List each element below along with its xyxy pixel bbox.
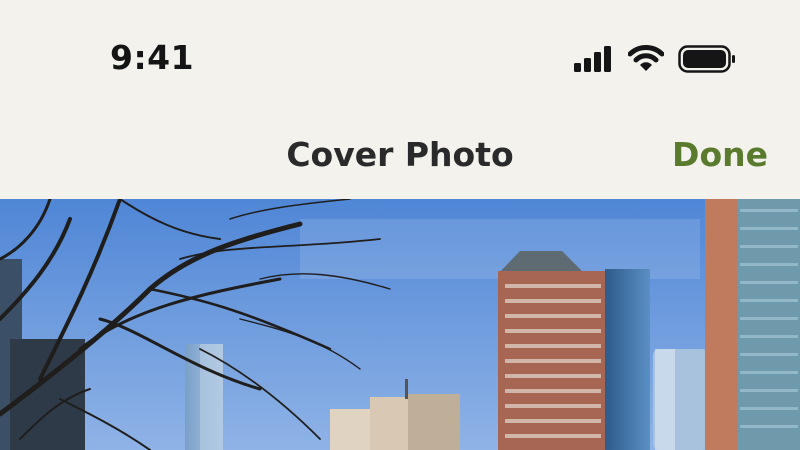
- cellular-signal-icon: [574, 46, 611, 72]
- wifi-icon: [628, 45, 664, 71]
- done-button[interactable]: Done: [672, 135, 768, 174]
- city-skyline-photo: [0, 199, 800, 450]
- status-bar: 9:41: [0, 0, 800, 120]
- clock-time: 9:41: [110, 38, 195, 77]
- cover-photo-image[interactable]: [0, 199, 800, 450]
- battery-icon: [678, 45, 735, 73]
